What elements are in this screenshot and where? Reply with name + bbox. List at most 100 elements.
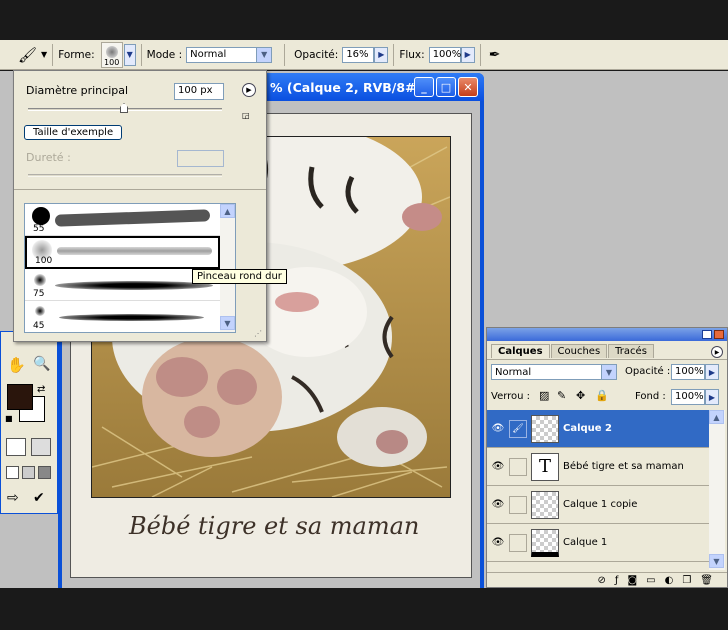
layers-opacite-slider-icon[interactable]: ▶ [705,364,719,380]
layer-row-selected[interactable]: 👁 🖌 Calque 2 [487,410,709,448]
verrou-label: Verrou : [491,391,531,402]
swap-colors-icon[interactable]: ⇄ [37,384,45,395]
durete-input[interactable] [177,150,224,167]
top-letterbox [0,0,728,40]
opacite-input[interactable]: 16% [342,46,375,63]
resize-grip-icon[interactable]: ⋰ [254,329,262,338]
hand-icon[interactable]: ✋ [7,356,26,374]
add-style-icon[interactable]: ƒ [615,575,619,586]
brush-item[interactable]: 75 [25,269,220,301]
mode-select[interactable]: Normal ▼ [186,46,273,63]
durete-slider-track[interactable] [28,174,222,177]
lock-all-icon[interactable]: 🔒 [595,389,609,402]
layer-row[interactable]: 👁 T Bébé tigre et sa maman [487,448,709,486]
link-slot[interactable] [509,533,527,552]
brush-preset-panel: Diamètre principal 100 px ▶ ◲ Taille d'e… [13,70,267,342]
brush-stroke-preview [55,281,213,290]
brush-picker-arrow[interactable]: ▼ [123,43,136,66]
link-slot[interactable] [509,495,527,514]
edit-in-imageready-icon[interactable]: ✔ [33,490,45,506]
scroll-track[interactable] [709,424,725,554]
layer-row[interactable]: 👁 Calque 1 [487,524,709,562]
mode-label: Mode : [146,48,183,61]
fond-input[interactable]: 100% [671,389,705,405]
eye-icon[interactable]: 👁 [487,423,509,434]
maximize-button[interactable]: □ [436,77,456,97]
separator [393,43,395,66]
options-bar: 🖌 ▼ Forme: 100 ▼ Mode : Normal ▼ Opacité… [0,40,728,70]
layer-row[interactable]: 👁 Calque 1 copie [487,486,709,524]
chevron-down-icon: ▼ [256,47,272,62]
tab-couches[interactable]: Couches [550,344,608,358]
screen-mode-standard-icon[interactable] [6,466,19,479]
tab-calques[interactable]: Calques [491,344,550,358]
tool-preset-arrow-icon[interactable]: ▼ [41,50,47,59]
layers-opacite-input[interactable]: 100% [671,364,705,380]
layer-name: Bébé tigre et sa maman [563,461,684,472]
panel-menu-arrow-icon[interactable]: ▶ [711,346,723,358]
layers-footer: ⊘ ƒ ◙ ▭ ◐ ❐ 🗑 [487,572,727,588]
link-slot[interactable] [509,457,527,476]
fond-slider-icon[interactable]: ▶ [705,389,719,405]
diametre-input[interactable]: 100 px [174,83,224,100]
new-layer-icon[interactable]: ❐ [682,575,691,586]
default-colors-icon[interactable]: ■ [5,414,13,423]
flux-slider-arrow-icon[interactable]: ▶ [460,46,475,63]
panel-menu-arrow-icon[interactable]: ▶ [242,83,256,97]
document-title: % (Calque 2, RVB/8#) [270,79,422,95]
adjustment-layer-icon[interactable]: ◐ [665,575,674,586]
scroll-up-icon[interactable]: ▲ [709,410,724,424]
layer-name: Calque 1 [563,537,608,548]
brush-item[interactable]: 45 [25,301,220,332]
brush-preview-icon [105,45,118,58]
tab-traces[interactable]: Tracés [608,344,654,358]
minimize-panel-button[interactable] [702,330,712,339]
scroll-down-icon[interactable]: ▼ [709,554,724,568]
brush-preset-picker[interactable]: 100 [100,41,123,68]
close-button[interactable]: ✕ [458,77,478,97]
reset-size-icon[interactable]: ◲ [242,111,250,120]
link-layers-icon[interactable]: ⊘ [598,575,606,586]
scroll-up-icon[interactable]: ▲ [220,204,235,218]
screen-mode-full-icon[interactable] [38,466,51,479]
layers-list: 👁 🖌 Calque 2 👁 T Bébé tigre et sa maman … [487,410,727,570]
layers-tabs: Calques Couches Tracés [491,344,655,358]
lock-pixels-icon[interactable]: ✎ [557,389,566,402]
eye-icon[interactable]: 👁 [487,461,509,472]
brush-tool-icon[interactable]: 🖌 [18,46,37,64]
layer-thumbnail [531,414,559,443]
lock-transparency-icon[interactable]: ▨ [539,389,549,402]
layer-name: Calque 2 [563,423,613,434]
lock-position-icon[interactable]: ✥ [576,389,585,402]
jump-to-imageready-icon[interactable]: ⇨ [7,490,19,506]
flux-input[interactable]: 100% [428,46,461,63]
layers-panel-titlebar[interactable] [487,328,727,341]
eye-icon[interactable]: 👁 [487,499,509,510]
standard-mode-button[interactable] [6,438,26,456]
add-mask-icon[interactable]: ◙ [627,575,637,586]
quick-mask-button[interactable] [31,438,51,456]
brush-item-selected[interactable]: 100 [25,236,220,269]
trash-icon[interactable]: 🗑 [700,575,713,586]
new-group-icon[interactable]: ▭ [646,575,655,586]
minimize-button[interactable]: _ [414,77,434,97]
diametre-slider-thumb[interactable] [120,103,128,113]
brush-tip-icon [32,207,50,225]
separator [284,43,286,66]
brush-item[interactable]: 55 [25,204,220,236]
screen-mode-full-menu-icon[interactable] [22,466,35,479]
text-layer-icon: T [531,452,559,481]
close-panel-button[interactable] [714,330,724,339]
layers-scrollbar[interactable]: ▲ ▼ [709,410,725,570]
zoom-icon[interactable]: 🔍 [33,356,50,372]
layer-name: Calque 1 copie [563,499,638,510]
scroll-track[interactable] [220,218,235,316]
opacite-slider-arrow-icon[interactable]: ▶ [374,46,389,63]
eye-icon[interactable]: 👁 [487,537,509,548]
brush-list-scrollbar[interactable]: ▲ ▼ [220,204,235,332]
blend-mode-select[interactable]: Normal ▼ [491,364,617,380]
taille-exemple-button[interactable]: Taille d'exemple [24,125,123,140]
airbrush-icon[interactable]: ✒ [489,47,501,63]
foreground-color-fill [7,384,33,410]
scroll-down-icon[interactable]: ▼ [220,316,235,330]
